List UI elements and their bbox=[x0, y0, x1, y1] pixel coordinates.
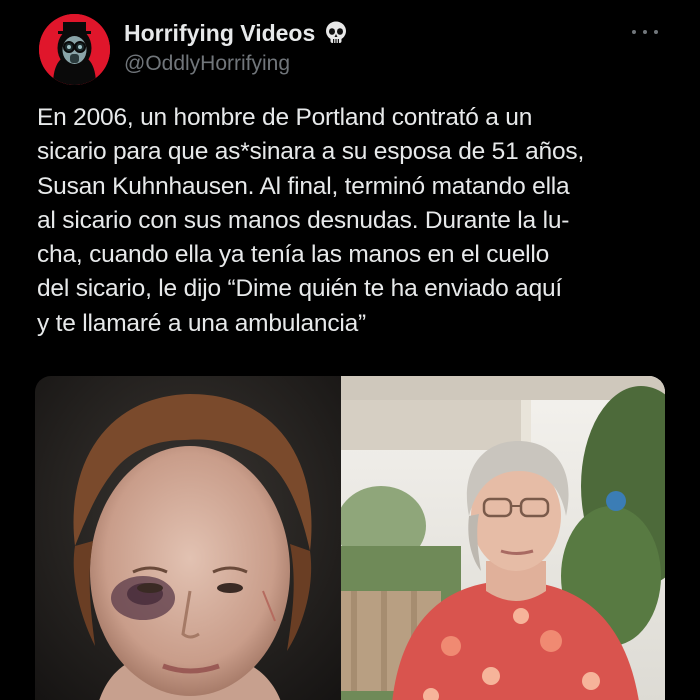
skull-icon bbox=[323, 20, 349, 46]
tweet-media[interactable] bbox=[35, 376, 665, 700]
more-dot-icon bbox=[643, 30, 647, 34]
tweet-card: Horrifying Videos @OddlyHorrifying En 20… bbox=[0, 0, 700, 700]
more-dot-icon bbox=[654, 30, 658, 34]
author-name-row: Horrifying Videos bbox=[124, 20, 349, 46]
more-dot-icon bbox=[632, 30, 636, 34]
left-photo[interactable] bbox=[35, 376, 341, 700]
author-display-name[interactable]: Horrifying Videos bbox=[124, 21, 315, 45]
author-handle[interactable]: @OddlyHorrifying bbox=[124, 53, 290, 74]
hooded-figure-icon bbox=[39, 14, 110, 85]
tweet-text: En 2006, un hombre de Portland contrató … bbox=[37, 104, 585, 337]
author-avatar[interactable] bbox=[39, 14, 110, 85]
right-photo[interactable] bbox=[341, 376, 665, 700]
more-options-button[interactable] bbox=[632, 24, 658, 40]
